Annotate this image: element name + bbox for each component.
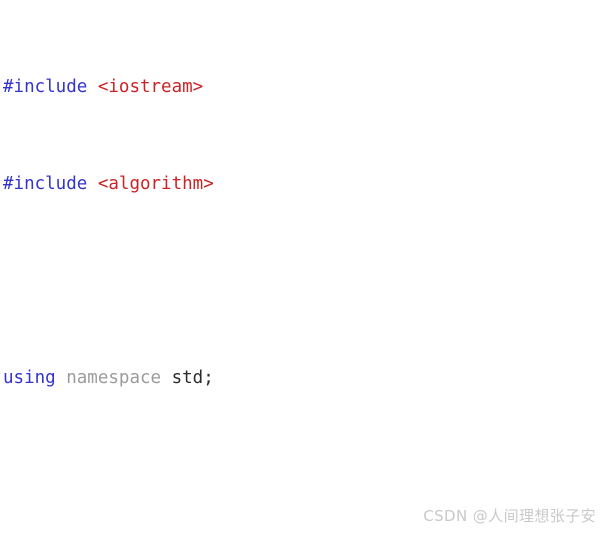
identifier-std: std; xyxy=(171,368,214,389)
code-line-3-blank xyxy=(3,269,572,293)
code-line-1: #include <iostream> xyxy=(3,75,572,99)
preprocessor-include-1: #include xyxy=(3,76,88,97)
keyword-using: using xyxy=(3,368,56,389)
code-line-5-blank xyxy=(3,464,572,488)
code-block[interactable]: #include <iostream> #include <algorithm>… xyxy=(3,2,572,535)
keyword-namespace: namespace xyxy=(66,368,162,389)
code-screenshot: #include <iostream> #include <algorithm>… xyxy=(0,0,605,535)
header-algorithm: <algorithm> xyxy=(97,174,214,195)
header-iostream: <iostream> xyxy=(97,76,204,97)
code-line-2: #include <algorithm> xyxy=(3,172,572,196)
code-line-4: using namespace std; xyxy=(3,366,572,390)
csdn-watermark: CSDN @人间理想张子安 xyxy=(423,507,596,525)
preprocessor-include-2: #include xyxy=(3,174,88,195)
